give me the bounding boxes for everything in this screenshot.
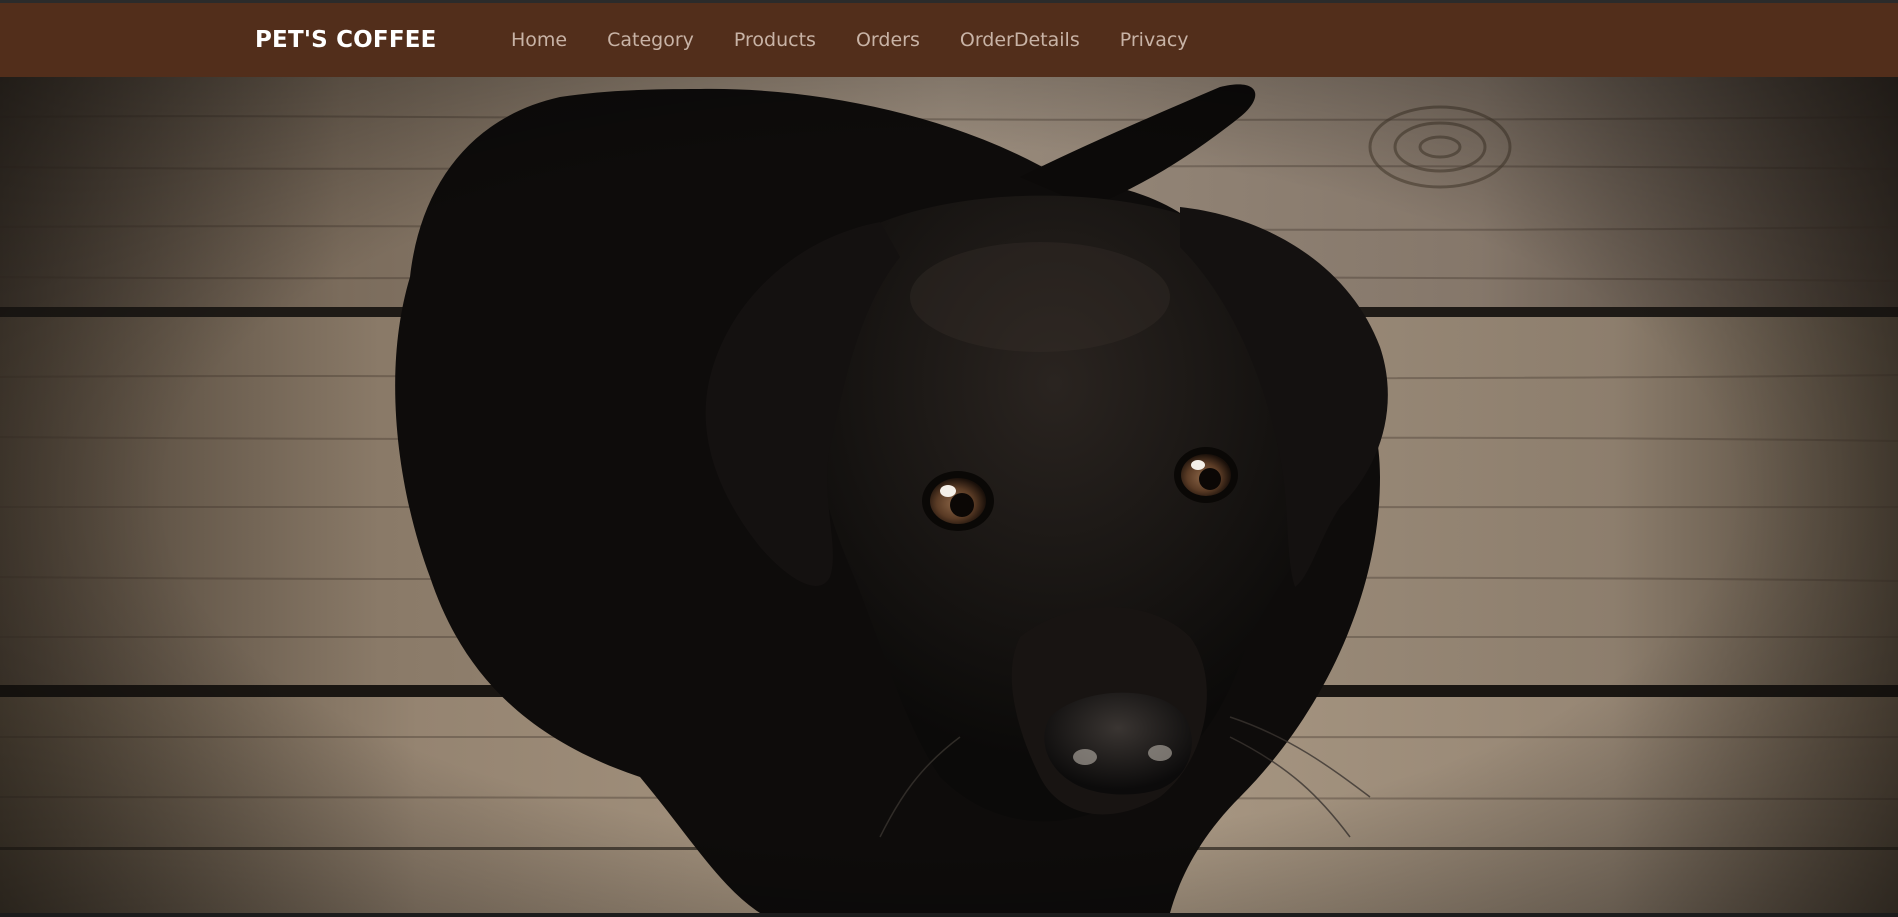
nav-link-orderdetails[interactable]: OrderDetails — [940, 29, 1100, 51]
hero-puppy-image — [0, 77, 1898, 913]
brand-logo-link[interactable]: PET'S COFFEE — [255, 3, 437, 77]
nav-link-home[interactable]: Home — [491, 29, 587, 51]
nav-link-privacy[interactable]: Privacy — [1100, 29, 1209, 51]
window-bottom-edge — [0, 913, 1898, 917]
nav-link-orders[interactable]: Orders — [836, 29, 940, 51]
nav-links: Home Category Products Orders OrderDetai… — [491, 3, 1209, 77]
nav-link-category[interactable]: Category — [587, 29, 714, 51]
hero-banner — [0, 77, 1898, 913]
nav-link-products[interactable]: Products — [714, 29, 836, 51]
top-navbar: PET'S COFFEE Home Category Products Orde… — [0, 3, 1898, 77]
